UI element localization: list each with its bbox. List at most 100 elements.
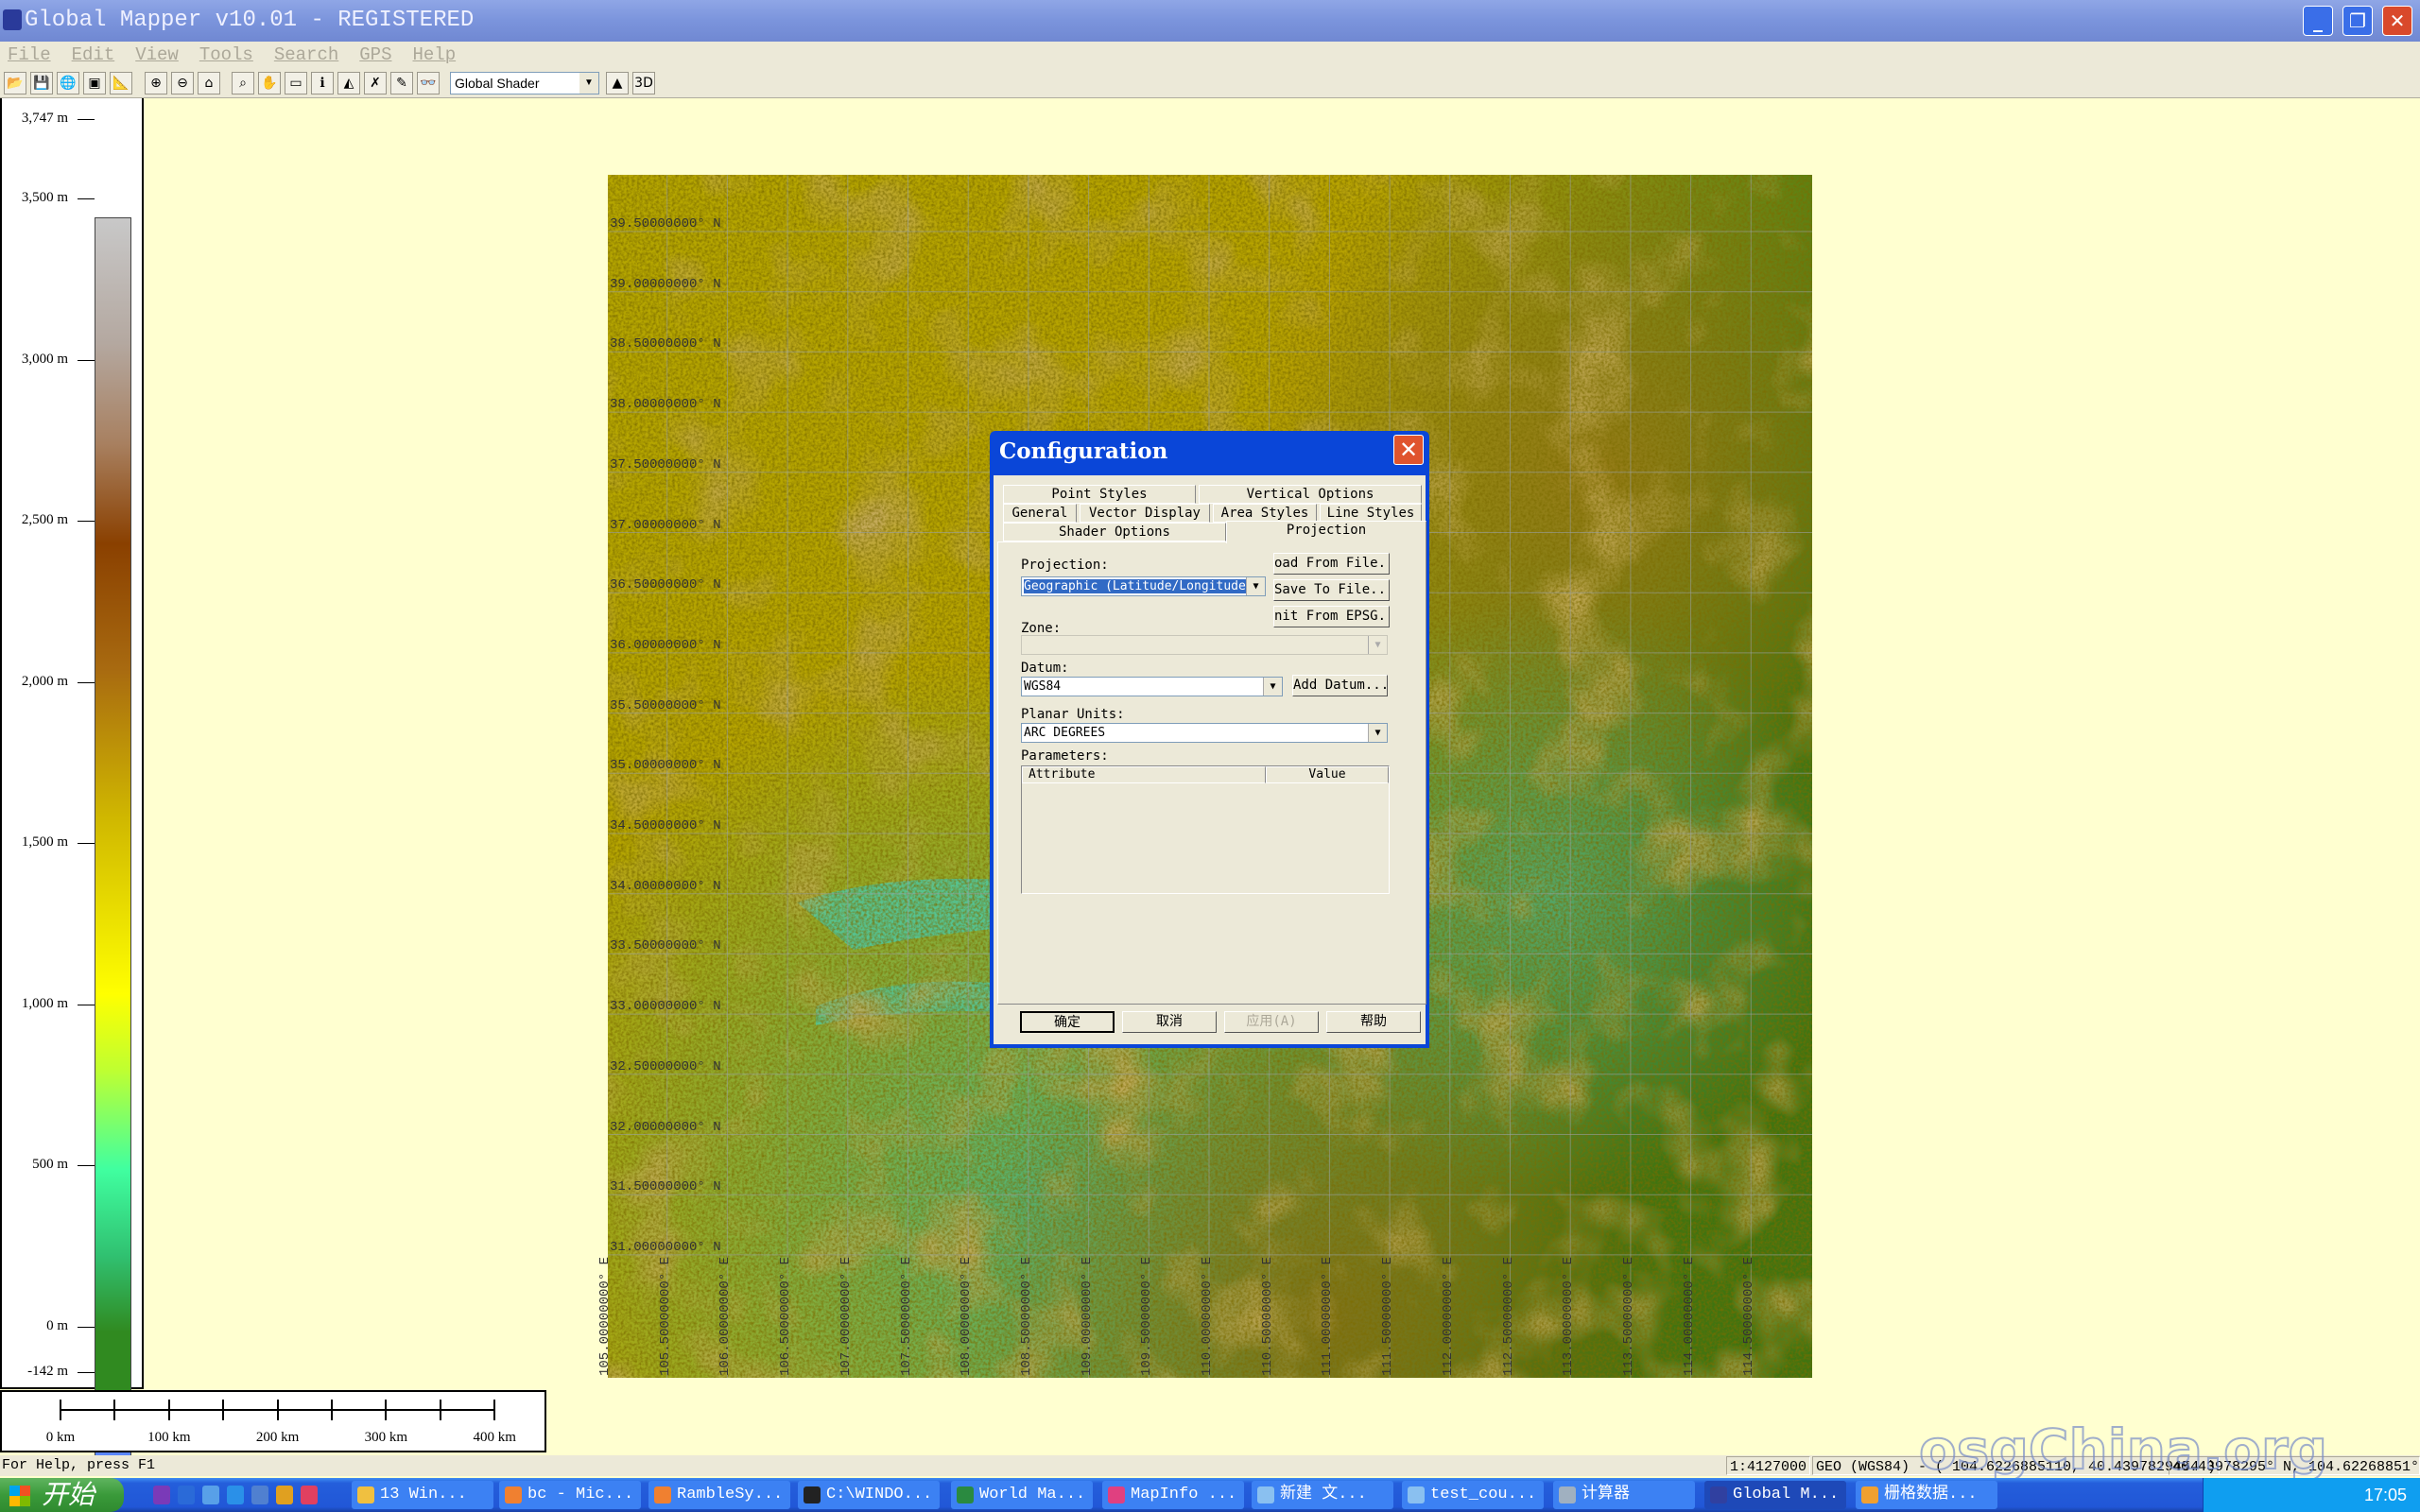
longitude-label: 105.00000000° E [597, 1256, 613, 1376]
maximize-button[interactable]: ❐ [2342, 6, 2373, 36]
init-from-epsg-button[interactable]: nit From EPSG.. [1273, 606, 1390, 627]
measure-icon[interactable]: ▭ [285, 72, 307, 94]
latitude-label: 39.00000000° N [610, 276, 721, 292]
menu-view[interactable]: View [135, 44, 179, 65]
menu-tools[interactable]: Tools [199, 44, 253, 65]
elevation-color-bar [95, 217, 131, 1470]
minimize-button[interactable]: _ [2303, 6, 2333, 36]
zoom-tool-icon[interactable]: ⌕ [232, 72, 254, 94]
chevron-down-icon[interactable]: ▼ [1263, 678, 1282, 696]
chevron-down-icon[interactable]: ▼ [1368, 724, 1387, 742]
quick-launch-icon[interactable] [251, 1486, 268, 1504]
quick-launch-icon[interactable] [153, 1486, 170, 1504]
close-button[interactable]: ✕ [2382, 6, 2412, 36]
taskbar-item[interactable]: test_cou... [1402, 1481, 1544, 1509]
load-from-file-button[interactable]: oad From File.. [1273, 553, 1390, 575]
shader-select[interactable]: Global Shader ▼ [450, 72, 599, 94]
zoom-out-icon[interactable]: ⊖ [171, 72, 194, 94]
projection-label: Projection: [1021, 558, 1109, 573]
tab-vector-display[interactable]: Vector Display [1080, 504, 1210, 523]
scale-tick [439, 1400, 441, 1420]
menu-search[interactable]: Search [274, 44, 338, 65]
taskbar-item[interactable]: World Ma... [951, 1481, 1093, 1509]
taskbar-item[interactable]: bc - Mic... [499, 1481, 641, 1509]
taskbar-item[interactable]: 新建 文... [1252, 1481, 1393, 1509]
pan-icon[interactable]: ✋ [258, 72, 281, 94]
taskbar-item[interactable]: Global M... [1704, 1481, 1846, 1509]
latitude-label: 37.00000000° N [610, 517, 721, 533]
quick-launch-icon[interactable] [301, 1486, 318, 1504]
chevron-down-icon[interactable]: ▼ [1246, 577, 1265, 595]
taskbar-item-label: 计算器 [1582, 1486, 1630, 1503]
datum-label: Datum: [1021, 661, 1069, 676]
taskbar-item[interactable]: 计算器 [1553, 1481, 1695, 1509]
digitize-icon[interactable]: ✎ [390, 72, 413, 94]
latitude-label: 37.50000000° N [610, 456, 721, 472]
start-button[interactable]: 开始 [0, 1478, 124, 1512]
cancel-button[interactable]: 取消 [1122, 1011, 1217, 1033]
globe-icon[interactable]: 🌐 [57, 72, 79, 94]
system-tray: 17:05 [2203, 1478, 2420, 1512]
search-icon[interactable]: 👓 [417, 72, 440, 94]
tab-line-styles[interactable]: Line Styles [1320, 504, 1422, 523]
taskbar-item[interactable]: MapInfo ... [1102, 1481, 1244, 1509]
legend-label: 2,500 m [21, 512, 68, 528]
ok-button[interactable]: 确定 [1020, 1011, 1115, 1033]
menu-help[interactable]: Help [412, 44, 456, 65]
info-icon[interactable]: ℹ [311, 72, 334, 94]
tab-shader-options[interactable]: Shader Options [1003, 523, 1226, 541]
taskbar-item-label: World Ma... [979, 1486, 1086, 1503]
dialog-body: Point Styles Vertical Options General Ve… [994, 475, 1426, 1044]
legend-label: 0 m [46, 1317, 68, 1333]
menu-edit[interactable]: Edit [72, 44, 115, 65]
2d-view-icon[interactable]: ▲ [606, 72, 629, 94]
quick-launch [144, 1484, 328, 1506]
save-icon[interactable]: 💾 [30, 72, 53, 94]
scale-label: 300 km [364, 1430, 408, 1445]
path-profile-icon[interactable]: ◭ [337, 72, 360, 94]
taskbar: 开始 13 Win... bc - Mic... RambleSy... C:\WIN… [0, 1478, 2420, 1512]
column-attribute[interactable]: Attribute [1022, 766, 1266, 783]
taskbar-item[interactable]: RambleSy... [648, 1481, 790, 1509]
latitude-label: 38.50000000° N [610, 336, 721, 352]
capture-icon[interactable]: ▣ [83, 72, 106, 94]
digitizer-icon[interactable]: 📐 [110, 72, 132, 94]
scale-label: 100 km [147, 1430, 191, 1445]
tab-vertical-options[interactable]: Vertical Options [1199, 485, 1422, 504]
quick-launch-icon[interactable] [178, 1486, 195, 1504]
chevron-down-icon[interactable]: ▼ [579, 73, 598, 94]
home-icon[interactable]: ⌂ [198, 72, 220, 94]
open-icon[interactable]: 📂 [4, 72, 26, 94]
legend-tick [78, 359, 95, 361]
menu-gps[interactable]: GPS [359, 44, 391, 65]
save-to-file-button[interactable]: Save To File... [1273, 579, 1390, 601]
scale-label: 0 km [45, 1430, 76, 1445]
legend-tick [78, 521, 95, 523]
quick-launch-icon[interactable] [276, 1486, 293, 1504]
planar-units-label: Planar Units: [1021, 707, 1125, 722]
3d-view-icon[interactable]: 3D [632, 72, 655, 94]
column-value[interactable]: Value [1266, 766, 1389, 783]
quick-launch-icon[interactable] [202, 1486, 219, 1504]
line-of-sight-icon[interactable]: ✗ [364, 72, 387, 94]
taskbar-item[interactable]: C:\WINDO... [798, 1481, 940, 1509]
add-datum-button[interactable]: Add Datum... [1292, 675, 1388, 696]
parameters-list[interactable]: Attribute Value [1021, 765, 1390, 894]
dialog-close-button[interactable]: ✕ [1393, 435, 1424, 465]
taskbar-item[interactable]: 栅格数据... [1856, 1481, 1997, 1509]
zoom-in-icon[interactable]: ⊕ [145, 72, 167, 94]
tab-area-styles[interactable]: Area Styles [1213, 504, 1317, 523]
tab-general[interactable]: General [1003, 504, 1077, 523]
menu-file[interactable]: File [8, 44, 51, 65]
app-icon [1257, 1486, 1274, 1503]
help-button[interactable]: 帮助 [1326, 1011, 1421, 1033]
projection-select[interactable]: Geographic (Latitude/Longitude) ▼ [1021, 576, 1266, 596]
planar-units-select[interactable]: ARC DEGREES ▼ [1021, 723, 1388, 743]
tab-point-styles[interactable]: Point Styles [1003, 485, 1196, 504]
tab-projection[interactable]: Projection [1226, 521, 1426, 543]
quick-launch-icon[interactable] [227, 1486, 244, 1504]
taskbar-item[interactable]: 13 Win... [352, 1481, 493, 1509]
status-scale: 1:4127000 [1726, 1456, 1811, 1475]
datum-select[interactable]: WGS84 ▼ [1021, 677, 1283, 696]
status-help-text: For Help, press F1 [2, 1457, 156, 1473]
